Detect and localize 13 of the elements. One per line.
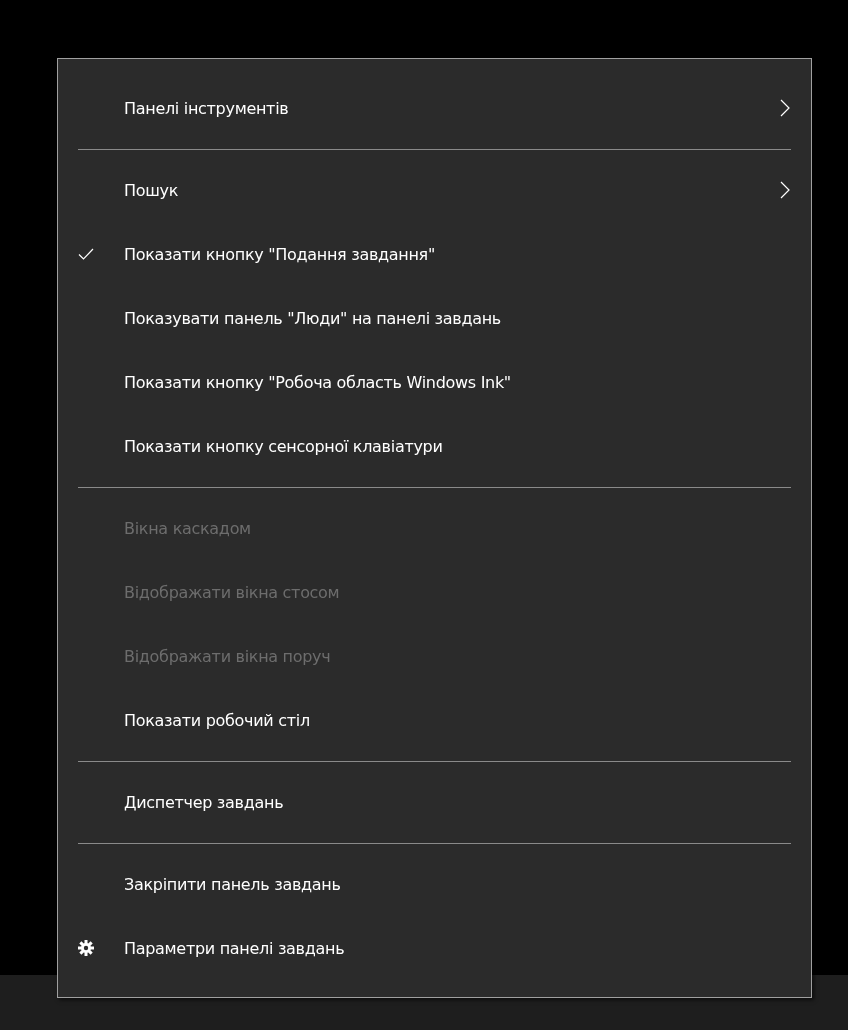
menu-item[interactable]: Диспетчер завдань bbox=[58, 770, 811, 834]
menu-item[interactable]: Показати кнопку "Подання завдання" bbox=[58, 222, 811, 286]
menu-item[interactable]: Параметри панелі завдань bbox=[58, 916, 811, 980]
menu-item[interactable]: Показати кнопку сенсорної клавіатури bbox=[58, 414, 811, 478]
menu-item[interactable]: Панелі інструментів bbox=[58, 76, 811, 140]
chevron-right-icon bbox=[780, 181, 790, 199]
menu-item[interactable]: Показати робочий стіл bbox=[58, 688, 811, 752]
menu-item[interactable]: Закріпити панель завдань bbox=[58, 852, 811, 916]
menu-item[interactable]: Показувати панель "Люди" на панелі завдань bbox=[58, 286, 811, 350]
chevron-right-icon bbox=[780, 99, 790, 117]
menu-item[interactable]: Пошук bbox=[58, 158, 811, 222]
menu-item[interactable]: Показати кнопку "Робоча область Windows Ink" bbox=[58, 350, 811, 414]
settings-icon bbox=[78, 940, 94, 956]
